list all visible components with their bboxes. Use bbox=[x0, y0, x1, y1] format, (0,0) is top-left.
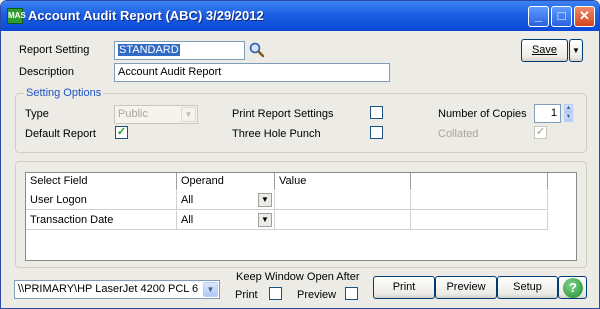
spin-up-icon[interactable]: ▲ bbox=[564, 104, 573, 113]
printer-select[interactable]: \\PRIMARY\HP LaserJet 4200 PCL 6 ▼ bbox=[14, 280, 220, 299]
operand-value: All bbox=[181, 194, 194, 206]
collated-checkbox[interactable]: ✓ bbox=[534, 126, 547, 139]
operand-value: All bbox=[181, 214, 194, 226]
type-select[interactable]: Public ▼ bbox=[114, 105, 198, 124]
extra-cell bbox=[411, 211, 548, 230]
window-title: Account Audit Report (ABC) 3/29/2012 bbox=[28, 8, 264, 23]
select-field-cell[interactable]: Transaction Date bbox=[26, 211, 177, 230]
chevron-down-icon[interactable]: ▼ bbox=[258, 193, 272, 207]
default-report-checkbox[interactable]: ✓ bbox=[115, 126, 128, 139]
close-button[interactable]: ✕ bbox=[574, 6, 595, 27]
value-cell[interactable] bbox=[275, 211, 411, 230]
minimize-button[interactable]: _ bbox=[528, 6, 549, 27]
extra-cell bbox=[411, 191, 548, 210]
printer-value: \\PRIMARY\HP LaserJet 4200 PCL 6 bbox=[18, 283, 199, 295]
column-header-operand[interactable]: Operand bbox=[177, 173, 275, 190]
title-bar[interactable]: MAS Account Audit Report (ABC) 3/29/2012… bbox=[1, 1, 599, 31]
preview-button-label: Preview bbox=[446, 281, 486, 293]
chevron-down-icon: ▼ bbox=[572, 46, 580, 55]
copies-spinner[interactable]: ▲ ▼ bbox=[564, 104, 573, 122]
keep-window-open-label: Keep Window Open After bbox=[236, 271, 360, 283]
collated-label: Collated bbox=[438, 128, 479, 140]
keep-open-print-label: Print bbox=[235, 289, 258, 301]
operand-cell[interactable]: All ▼ bbox=[177, 191, 275, 210]
operand-cell[interactable]: All ▼ bbox=[177, 211, 275, 230]
save-label: Save bbox=[531, 44, 558, 56]
table-row[interactable]: User Logon All ▼ bbox=[26, 191, 548, 210]
print-report-settings-label: Print Report Settings bbox=[232, 108, 334, 120]
preview-button[interactable]: Preview bbox=[435, 276, 497, 299]
keep-open-preview-checkbox[interactable] bbox=[345, 287, 358, 300]
setup-button[interactable]: Setup bbox=[497, 276, 558, 299]
report-window: MAS Account Audit Report (ABC) 3/29/2012… bbox=[0, 0, 600, 309]
keep-open-preview-label: Preview bbox=[297, 289, 337, 301]
keep-open-print-checkbox[interactable] bbox=[269, 287, 282, 300]
report-setting-label: Report Setting bbox=[19, 44, 90, 56]
number-of-copies-input[interactable]: 1 bbox=[534, 104, 561, 123]
three-hole-punch-label: Three Hole Punch bbox=[232, 128, 321, 140]
selection-grid: Select Field Operand Value User Logon Al… bbox=[25, 172, 577, 261]
report-setting-input[interactable]: STANDARD bbox=[114, 41, 245, 60]
table-row[interactable]: Transaction Date All ▼ bbox=[26, 211, 548, 230]
print-button-label: Print bbox=[392, 281, 416, 293]
number-of-copies-label: Number of Copies bbox=[438, 108, 527, 120]
value-cell[interactable] bbox=[275, 191, 411, 210]
column-header-extra bbox=[411, 173, 548, 190]
description-input[interactable]: Account Audit Report bbox=[114, 63, 390, 82]
type-label: Type bbox=[25, 108, 49, 120]
search-icon[interactable] bbox=[248, 41, 266, 59]
chevron-down-icon[interactable]: ▼ bbox=[258, 213, 272, 227]
description-label: Description bbox=[19, 66, 75, 78]
chevron-down-icon: ▼ bbox=[181, 107, 196, 122]
grid-header: Select Field Operand Value bbox=[26, 173, 548, 190]
select-field-cell[interactable]: User Logon bbox=[26, 191, 177, 210]
save-options-button[interactable]: ▼ bbox=[569, 39, 583, 62]
setting-options-title: Setting Options bbox=[24, 87, 104, 99]
type-value: Public bbox=[118, 108, 148, 120]
maximize-button[interactable]: □ bbox=[551, 6, 572, 27]
column-header-select-field[interactable]: Select Field bbox=[26, 173, 177, 190]
chevron-down-icon: ▼ bbox=[203, 282, 218, 297]
save-button[interactable]: Save bbox=[521, 39, 568, 62]
default-report-label: Default Report bbox=[25, 128, 96, 140]
setup-button-label: Setup bbox=[513, 281, 542, 293]
setting-options-group: Setting Options bbox=[15, 87, 587, 153]
three-hole-punch-checkbox[interactable] bbox=[370, 126, 383, 139]
print-button[interactable]: Print bbox=[373, 276, 435, 299]
report-setting-value: STANDARD bbox=[118, 44, 180, 56]
app-icon: MAS bbox=[7, 8, 26, 24]
print-report-settings-checkbox[interactable] bbox=[370, 106, 383, 119]
spin-down-icon[interactable]: ▼ bbox=[564, 113, 573, 122]
help-button[interactable]: ? bbox=[558, 276, 587, 299]
help-icon: ? bbox=[563, 278, 583, 298]
column-header-value[interactable]: Value bbox=[275, 173, 411, 190]
